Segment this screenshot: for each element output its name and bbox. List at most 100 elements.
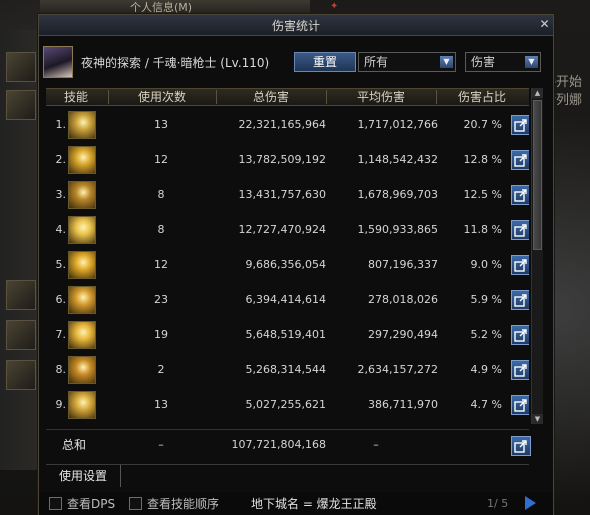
column-divider: [326, 90, 327, 104]
column-header-skill[interactable]: 技能: [48, 90, 104, 104]
row-average-damage: 278,018,026: [368, 293, 438, 306]
row-rank: 2.: [55, 153, 67, 166]
row-average-damage: 1,717,012,766: [357, 118, 438, 131]
share-icon: [514, 189, 527, 202]
equipment-slot[interactable]: [6, 320, 36, 350]
skill-icon: [68, 286, 96, 314]
share-icon: [514, 329, 527, 342]
table-row[interactable]: 1. 13 22,321,165,964 1,717,012,766 20.7 %: [46, 107, 529, 142]
column-divider: [216, 90, 217, 104]
column-header-average[interactable]: 平均伤害: [328, 90, 434, 104]
share-button[interactable]: [511, 395, 529, 415]
scroll-down-icon[interactable]: ▼: [532, 414, 543, 424]
row-uses: 2: [157, 363, 165, 376]
share-button[interactable]: [511, 255, 529, 275]
table-row[interactable]: 8. 2 5,268,314,544 2,634,157,272 4.9 %: [46, 352, 529, 387]
table-row[interactable]: 3. 8 13,431,757,630 1,678,969,703 12.5 %: [46, 177, 529, 212]
column-header-total[interactable]: 总伤害: [218, 90, 324, 104]
show-skill-order-label[interactable]: 查看技能顺序: [147, 495, 219, 512]
row-total-damage: 5,648,519,401: [245, 328, 326, 341]
damage-stats-window: 伤害统计 ✕ 夜神的探索 / 千魂·暗枪士 (Lv.110) 重置 所有 ▼ 伤…: [38, 14, 554, 515]
table-row[interactable]: 2. 12 13,782,509,192 1,148,542,432 12.8 %: [46, 142, 529, 177]
row-uses: 13: [154, 398, 168, 411]
share-button[interactable]: [511, 150, 529, 170]
usage-settings-tab[interactable]: 使用设置: [46, 465, 121, 487]
table-row[interactable]: 7. 19 5,648,519,401 297,290,494 5.2 %: [46, 317, 529, 352]
share-icon: [514, 119, 527, 132]
row-total-damage: 6,394,414,614: [245, 293, 326, 306]
share-icon: [514, 294, 527, 307]
pin-icon[interactable]: ✦: [330, 1, 338, 12]
share-icon: [514, 154, 527, 167]
share-icon: [514, 259, 527, 272]
reset-button[interactable]: 重置: [294, 52, 356, 72]
row-average-damage: 807,196,337: [368, 258, 438, 271]
row-average-damage: 1,148,542,432: [357, 153, 438, 166]
window-title: 伤害统计: [271, 19, 320, 33]
row-damage-share: 9.0 %: [470, 258, 502, 271]
close-icon[interactable]: ✕: [538, 18, 551, 31]
filter-dropdown[interactable]: 所有 ▼: [358, 52, 456, 72]
show-dps-label[interactable]: 查看DPS: [67, 495, 115, 512]
share-button[interactable]: [511, 290, 529, 310]
share-button[interactable]: [511, 115, 529, 135]
character-header: 夜神的探索 / 千魂·暗枪士 (Lv.110) 重置 所有 ▼ 伤害 ▼: [39, 36, 553, 88]
share-button[interactable]: [511, 360, 529, 380]
row-uses: 23: [154, 293, 168, 306]
equipment-slot[interactable]: [6, 280, 36, 310]
show-dps-checkbox[interactable]: [49, 497, 62, 510]
column-divider: [108, 90, 109, 104]
scrollbar[interactable]: ▲ ▼: [531, 88, 543, 424]
character-info-titlebar: 个人信息(M) ✦: [40, 0, 338, 15]
equipment-slot[interactable]: [6, 360, 36, 390]
table-row[interactable]: 9. 13 5,027,255,621 386,711,970 4.7 %: [46, 387, 529, 422]
row-average-damage: 2,634,157,272: [357, 363, 438, 376]
skill-icon: [68, 111, 96, 139]
row-rank: 5.: [55, 258, 67, 271]
table-row[interactable]: 6. 23 6,394,414,614 278,018,026 5.9 %: [46, 282, 529, 317]
row-damage-share: 12.8 %: [463, 153, 502, 166]
totals-uses: –: [158, 438, 164, 451]
character-info-title: 个人信息(M): [130, 1, 193, 14]
column-header-share[interactable]: 伤害占比: [438, 90, 526, 104]
table-header: 技能 使用次数 总伤害 平均伤害 伤害占比: [46, 88, 529, 106]
row-damage-share: 11.8 %: [463, 223, 502, 236]
row-rank: 6.: [55, 293, 67, 306]
share-button[interactable]: [511, 325, 529, 345]
page-indicator: 1/ 5: [487, 497, 509, 510]
row-damage-share: 5.2 %: [470, 328, 502, 341]
show-skill-order-checkbox[interactable]: [129, 497, 142, 510]
skill-icon: [68, 356, 96, 384]
row-uses: 8: [157, 223, 165, 236]
row-total-damage: 22,321,165,964: [238, 118, 326, 131]
skill-icon: [68, 391, 96, 419]
share-icon: [514, 364, 527, 377]
row-rank: 1.: [55, 118, 67, 131]
row-uses: 8: [157, 188, 165, 201]
row-total-damage: 9,686,356,054: [245, 258, 326, 271]
equipment-slot[interactable]: [6, 90, 36, 120]
table-row[interactable]: 5. 12 9,686,356,054 807,196,337 9.0 %: [46, 247, 529, 282]
row-average-damage: 1,678,969,703: [357, 188, 438, 201]
metric-dropdown-value: 伤害: [471, 55, 496, 69]
column-header-uses[interactable]: 使用次数: [110, 90, 214, 104]
share-button[interactable]: [511, 436, 531, 456]
chevron-down-icon: ▼: [440, 56, 453, 68]
metric-dropdown[interactable]: 伤害 ▼: [465, 52, 541, 72]
scroll-up-icon[interactable]: ▲: [532, 88, 543, 98]
totals-total-damage: 107,721,804,168: [231, 438, 326, 451]
share-button[interactable]: [511, 185, 529, 205]
totals-row: 总和 – 107,721,804,168 –: [46, 429, 531, 460]
dungeon-name: 地下城名 = 爆龙王正殿: [251, 497, 377, 511]
scroll-thumb[interactable]: [533, 100, 542, 250]
row-damage-share: 12.5 %: [463, 188, 502, 201]
next-page-icon[interactable]: [525, 496, 536, 510]
row-rank: 4.: [55, 223, 67, 236]
window-titlebar[interactable]: 伤害统计 ✕: [39, 15, 553, 36]
share-button[interactable]: [511, 220, 529, 240]
equipment-slot[interactable]: [6, 52, 36, 82]
row-rank: 7.: [55, 328, 67, 341]
table-row[interactable]: 4. 8 12,727,470,924 1,590,933,865 11.8 %: [46, 212, 529, 247]
character-name: 夜神的探索 / 千魂·暗枪士 (Lv.110): [81, 56, 270, 70]
row-total-damage: 13,431,757,630: [238, 188, 326, 201]
